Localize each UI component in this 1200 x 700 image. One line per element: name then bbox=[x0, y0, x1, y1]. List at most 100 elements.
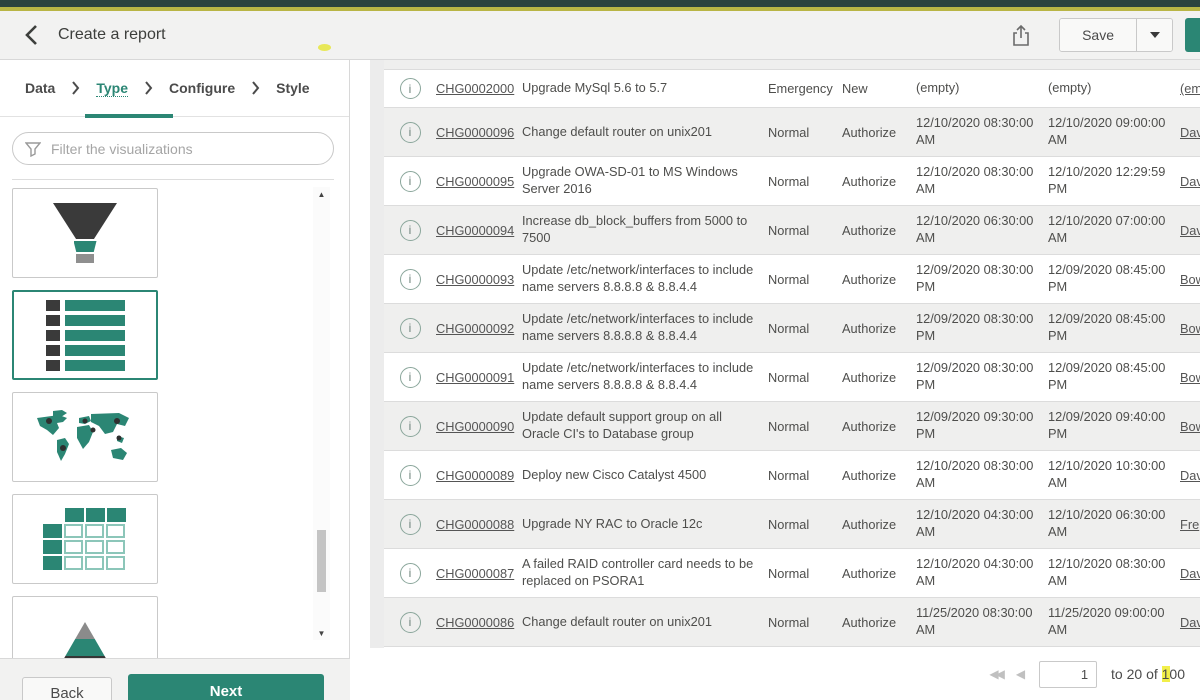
state-cell: Authorize bbox=[842, 615, 916, 630]
tab-type[interactable]: Type bbox=[96, 80, 128, 97]
state-cell: Authorize bbox=[842, 272, 916, 287]
assigned-to-link[interactable]: Bow bbox=[1180, 370, 1200, 385]
table-row: i CHG0000088 Upgrade NY RAC to Oracle 12… bbox=[384, 500, 1200, 549]
change-number-cell: CHG0000091 bbox=[436, 370, 522, 385]
row-info-cell: i bbox=[384, 514, 436, 535]
next-button[interactable]: Next bbox=[128, 674, 324, 700]
assigned-to-link[interactable]: Dav bbox=[1180, 615, 1200, 630]
end-date-cell: 11/25/2020 09:00:00 AM bbox=[1048, 605, 1180, 639]
info-icon[interactable]: i bbox=[400, 318, 421, 339]
save-button[interactable]: Save bbox=[1060, 19, 1136, 51]
info-icon[interactable]: i bbox=[400, 220, 421, 241]
priority-cell: Emergency bbox=[768, 81, 842, 96]
state-cell: Authorize bbox=[842, 223, 916, 238]
change-number-link[interactable]: CHG0000094 bbox=[436, 223, 514, 238]
start-date-cell: (empty) bbox=[916, 80, 1048, 97]
change-number-link[interactable]: CHG0002000 bbox=[436, 81, 514, 96]
scroll-up-icon[interactable]: ▲ bbox=[313, 187, 330, 201]
info-icon[interactable]: i bbox=[400, 269, 421, 290]
change-number-link[interactable]: CHG0000091 bbox=[436, 370, 514, 385]
info-icon[interactable]: i bbox=[400, 612, 421, 633]
assigned-to-cell: Dav bbox=[1180, 223, 1200, 238]
assigned-to-link[interactable]: (empty) bbox=[1180, 81, 1200, 96]
save-split-button: Save bbox=[1059, 18, 1173, 52]
change-number-link[interactable]: CHG0000088 bbox=[436, 517, 514, 532]
page-title: Create a report bbox=[58, 26, 166, 44]
change-number-cell: CHG0000096 bbox=[436, 125, 522, 140]
viz-card-funnel[interactable] bbox=[12, 188, 158, 278]
chevron-down-icon bbox=[1150, 32, 1160, 38]
list-chart-icon bbox=[46, 300, 125, 371]
change-number-link[interactable]: CHG0000090 bbox=[436, 419, 514, 434]
funnel-chart-icon bbox=[53, 203, 117, 263]
change-number-link[interactable]: CHG0000089 bbox=[436, 468, 514, 483]
first-page-icon[interactable]: ◀◀ bbox=[989, 667, 1001, 681]
info-icon[interactable]: i bbox=[400, 563, 421, 584]
info-icon[interactable]: i bbox=[400, 78, 421, 99]
active-tab-underline bbox=[85, 114, 173, 118]
table-row: i CHG0000091 Update /etc/network/interfa… bbox=[384, 353, 1200, 402]
scroll-down-icon[interactable]: ▼ bbox=[313, 626, 330, 640]
tab-style[interactable]: Style bbox=[276, 80, 309, 96]
assigned-to-link[interactable]: Bow bbox=[1180, 419, 1200, 434]
assigned-to-link[interactable]: Dav bbox=[1180, 566, 1200, 581]
start-date-cell: 12/09/2020 09:30:00 PM bbox=[916, 409, 1048, 443]
row-info-cell: i bbox=[384, 563, 436, 584]
change-number-link[interactable]: CHG0000092 bbox=[436, 321, 514, 336]
change-request-table: i CHG0002000 Upgrade MySql 5.6 to 5.7 Em… bbox=[384, 60, 1200, 650]
info-icon[interactable]: i bbox=[400, 367, 421, 388]
header-bar: Create a report Save bbox=[0, 11, 1200, 60]
change-number-cell: CHG0000086 bbox=[436, 615, 522, 630]
table-row: i CHG0000092 Update /etc/network/interfa… bbox=[384, 304, 1200, 353]
info-icon[interactable]: i bbox=[400, 416, 421, 437]
table-scrollbar[interactable] bbox=[370, 60, 384, 648]
info-icon[interactable]: i bbox=[400, 465, 421, 486]
viz-card-map[interactable] bbox=[12, 392, 158, 482]
info-icon[interactable]: i bbox=[400, 171, 421, 192]
share-icon[interactable] bbox=[1011, 24, 1031, 47]
info-icon[interactable]: i bbox=[400, 514, 421, 535]
assigned-to-link[interactable]: Dav bbox=[1180, 468, 1200, 483]
assigned-to-link[interactable]: Bow bbox=[1180, 321, 1200, 336]
viz-list-scrollbar[interactable]: ▲ ▼ bbox=[313, 187, 330, 640]
assigned-to-cell: Bow bbox=[1180, 370, 1200, 385]
tab-configure[interactable]: Configure bbox=[169, 80, 235, 96]
priority-cell: Normal bbox=[768, 223, 842, 238]
short-description-cell: Upgrade NY RAC to Oracle 12c bbox=[522, 516, 768, 533]
assigned-to-link[interactable]: Fre bbox=[1180, 517, 1199, 532]
start-date-cell: 12/10/2020 04:30:00 AM bbox=[916, 556, 1048, 590]
clipped-primary-button[interactable] bbox=[1185, 18, 1200, 52]
change-number-link[interactable]: CHG0000086 bbox=[436, 615, 514, 630]
table-row: i CHG0000094 Increase db_block_buffers f… bbox=[384, 206, 1200, 255]
back-button[interactable]: Back bbox=[22, 677, 112, 700]
scrollbar-thumb[interactable] bbox=[317, 530, 326, 592]
tab-data[interactable]: Data bbox=[25, 80, 55, 96]
assigned-to-link[interactable]: Dav bbox=[1180, 174, 1200, 189]
change-number-link[interactable]: CHG0000095 bbox=[436, 174, 514, 189]
state-cell: Authorize bbox=[842, 566, 916, 581]
page-number-input[interactable] bbox=[1039, 661, 1097, 688]
state-cell: Authorize bbox=[842, 321, 916, 336]
assigned-to-link[interactable]: Dav bbox=[1180, 223, 1200, 238]
viz-card-pyramid[interactable] bbox=[12, 596, 158, 658]
info-icon[interactable]: i bbox=[400, 122, 421, 143]
short-description-cell: Upgrade OWA-SD-01 to MS Windows Server 2… bbox=[522, 164, 768, 198]
viz-card-heatmap[interactable] bbox=[12, 494, 158, 584]
start-date-cell: 12/10/2020 08:30:00 AM bbox=[916, 164, 1048, 198]
assigned-to-link[interactable]: Bow bbox=[1180, 272, 1200, 287]
range-prefix: to 20 of bbox=[1111, 666, 1162, 682]
end-date-cell: 12/09/2020 08:45:00 PM bbox=[1048, 311, 1180, 345]
end-date-cell: 12/10/2020 06:30:00 AM bbox=[1048, 507, 1180, 541]
change-number-link[interactable]: CHG0000087 bbox=[436, 566, 514, 581]
previous-page-icon[interactable]: ◀ bbox=[1016, 667, 1025, 681]
filter-input[interactable] bbox=[51, 141, 321, 157]
priority-cell: Normal bbox=[768, 419, 842, 434]
assigned-to-link[interactable]: Dav bbox=[1180, 125, 1200, 140]
viz-card-list[interactable] bbox=[12, 290, 158, 380]
change-number-link[interactable]: CHG0000093 bbox=[436, 272, 514, 287]
back-arrow-icon[interactable] bbox=[22, 22, 40, 48]
row-info-cell: i bbox=[384, 612, 436, 633]
table-row: i CHG0000095 Upgrade OWA-SD-01 to MS Win… bbox=[384, 157, 1200, 206]
change-number-link[interactable]: CHG0000096 bbox=[436, 125, 514, 140]
save-menu-button[interactable] bbox=[1136, 19, 1172, 51]
